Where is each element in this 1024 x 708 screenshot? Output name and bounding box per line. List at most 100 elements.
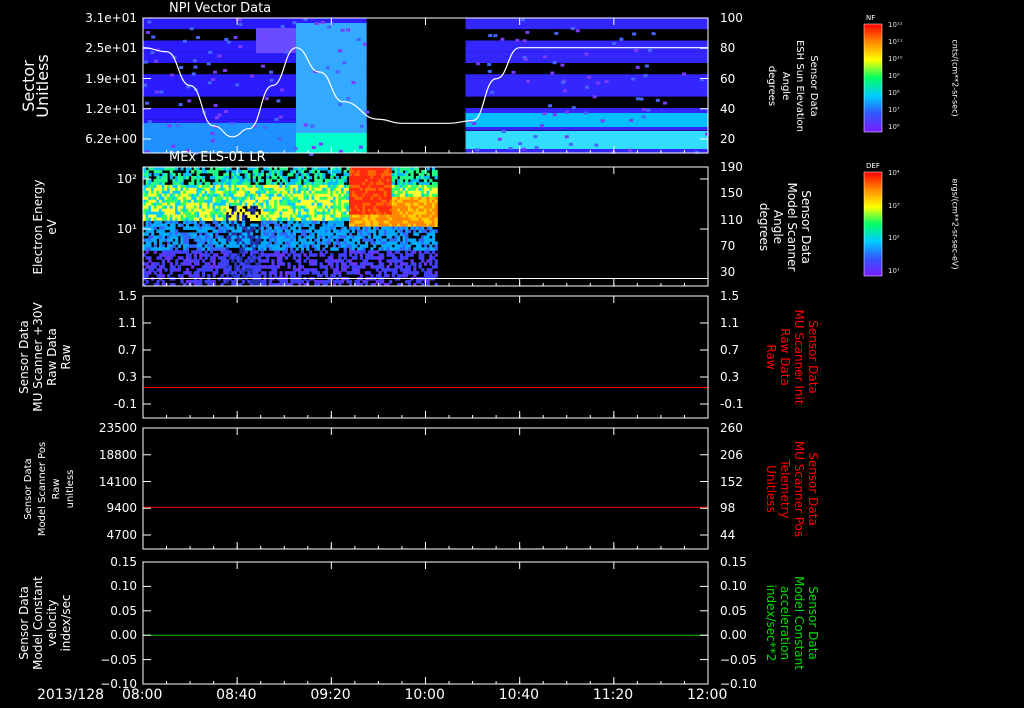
npi-speck xyxy=(596,81,601,85)
els-pixel xyxy=(330,238,334,242)
els-pixel xyxy=(292,169,296,174)
els-pixel xyxy=(193,253,198,257)
npi-speck xyxy=(154,90,159,94)
els-pixel xyxy=(314,259,318,263)
els-pixel xyxy=(394,175,398,180)
npi-speck xyxy=(641,115,646,119)
npi-speck xyxy=(562,89,567,93)
els-pixel xyxy=(215,271,219,275)
els-pixel xyxy=(215,268,219,272)
els-pixel xyxy=(159,268,163,272)
els-pixel xyxy=(346,265,350,269)
els-pixel xyxy=(359,274,363,278)
npi-speck xyxy=(147,120,152,124)
els-pixel xyxy=(322,247,326,251)
els-pixel xyxy=(431,167,436,171)
els-pixel xyxy=(180,280,184,284)
els-pixel xyxy=(431,250,436,254)
els-pixel xyxy=(290,220,294,225)
npi-row-right xyxy=(465,40,708,52)
els-pixel xyxy=(161,262,165,266)
npi-speck xyxy=(634,49,639,53)
npi-speck xyxy=(310,124,315,128)
els-pixel xyxy=(212,256,216,260)
npi-speck xyxy=(326,25,331,29)
els-pixel xyxy=(255,169,259,174)
ytick-right-label: −0.05 xyxy=(720,652,757,667)
els-pixel xyxy=(180,256,184,260)
els-pixel xyxy=(247,181,251,186)
els-pixel xyxy=(421,226,425,230)
npi-speck xyxy=(206,62,211,66)
ylabel-left: Sensor Data Model Scanner Pos Raw unitless xyxy=(23,441,76,536)
npi-speck xyxy=(261,36,266,40)
els-pixel xyxy=(175,259,179,263)
els-pixel xyxy=(426,167,430,171)
els-pixel xyxy=(407,229,412,233)
els-pixel xyxy=(284,280,288,284)
els-pixel xyxy=(303,167,307,171)
ytick-right-label: 0.05 xyxy=(720,603,747,618)
els-pixel xyxy=(231,238,235,242)
els-pixel xyxy=(156,262,160,266)
els-pixel xyxy=(169,247,173,251)
npi-speck xyxy=(167,124,172,128)
els-pixel xyxy=(209,235,214,239)
els-pixel xyxy=(169,175,173,180)
els-pixel xyxy=(429,226,433,230)
els-pixel xyxy=(319,250,323,254)
els-pixel xyxy=(357,280,361,284)
els-pixel xyxy=(413,268,417,272)
ytick-label: 1.9e+01 xyxy=(85,71,137,86)
els-pixel xyxy=(378,271,382,275)
npi-speck xyxy=(533,135,538,139)
ytick-right-label: 100 xyxy=(720,11,743,25)
ylabel-right: Sensor Data Model Scanner Angle degrees xyxy=(757,182,813,271)
xtick-label: 10:00 xyxy=(404,687,445,703)
els-pixel xyxy=(231,259,235,263)
els-pixel xyxy=(292,244,296,248)
els-pixel xyxy=(434,202,438,207)
els-pixel xyxy=(426,175,430,180)
els-pixel xyxy=(255,211,259,216)
els-pixel xyxy=(236,253,240,257)
els-pixel xyxy=(370,247,374,251)
npi-row-right xyxy=(465,18,708,30)
els-pixel xyxy=(255,241,259,245)
els-pixel xyxy=(148,220,152,225)
npi-speck xyxy=(472,122,477,126)
els-pixel xyxy=(343,175,347,180)
els-pixel xyxy=(156,280,160,284)
ytick-right-label: 0.00 xyxy=(720,628,747,643)
els-pixel xyxy=(185,250,189,254)
npi-speck xyxy=(214,116,219,120)
els-pixel xyxy=(351,247,355,251)
els-pixel xyxy=(434,214,438,219)
els-pixel xyxy=(239,229,243,233)
els-pixel xyxy=(220,244,224,248)
els-pixel xyxy=(255,223,259,227)
els-pixel xyxy=(418,265,422,269)
panel-title: NPI Vector Data xyxy=(169,1,272,16)
els-pixel xyxy=(410,172,414,177)
els-pixel xyxy=(415,271,420,275)
els-pixel xyxy=(340,223,345,227)
els-pixel xyxy=(239,259,243,263)
els-pixel xyxy=(324,167,329,171)
els-pixel xyxy=(220,235,224,239)
npi-speck xyxy=(212,70,217,74)
els-pixel xyxy=(153,250,157,254)
els-pixel xyxy=(327,280,331,284)
els-pixel xyxy=(201,241,206,245)
els-pixel xyxy=(185,247,189,251)
npi-speck xyxy=(233,36,238,40)
els-pixel xyxy=(172,253,176,257)
els-pixel xyxy=(159,241,163,245)
x-date-label: 2013/128 xyxy=(37,687,105,703)
els-pixel xyxy=(247,262,251,266)
els-pixel xyxy=(225,259,230,263)
els-pixel xyxy=(239,256,243,260)
npi-speck xyxy=(342,61,347,65)
ytick-label: 23500 xyxy=(98,421,137,435)
els-pixel xyxy=(207,223,211,227)
